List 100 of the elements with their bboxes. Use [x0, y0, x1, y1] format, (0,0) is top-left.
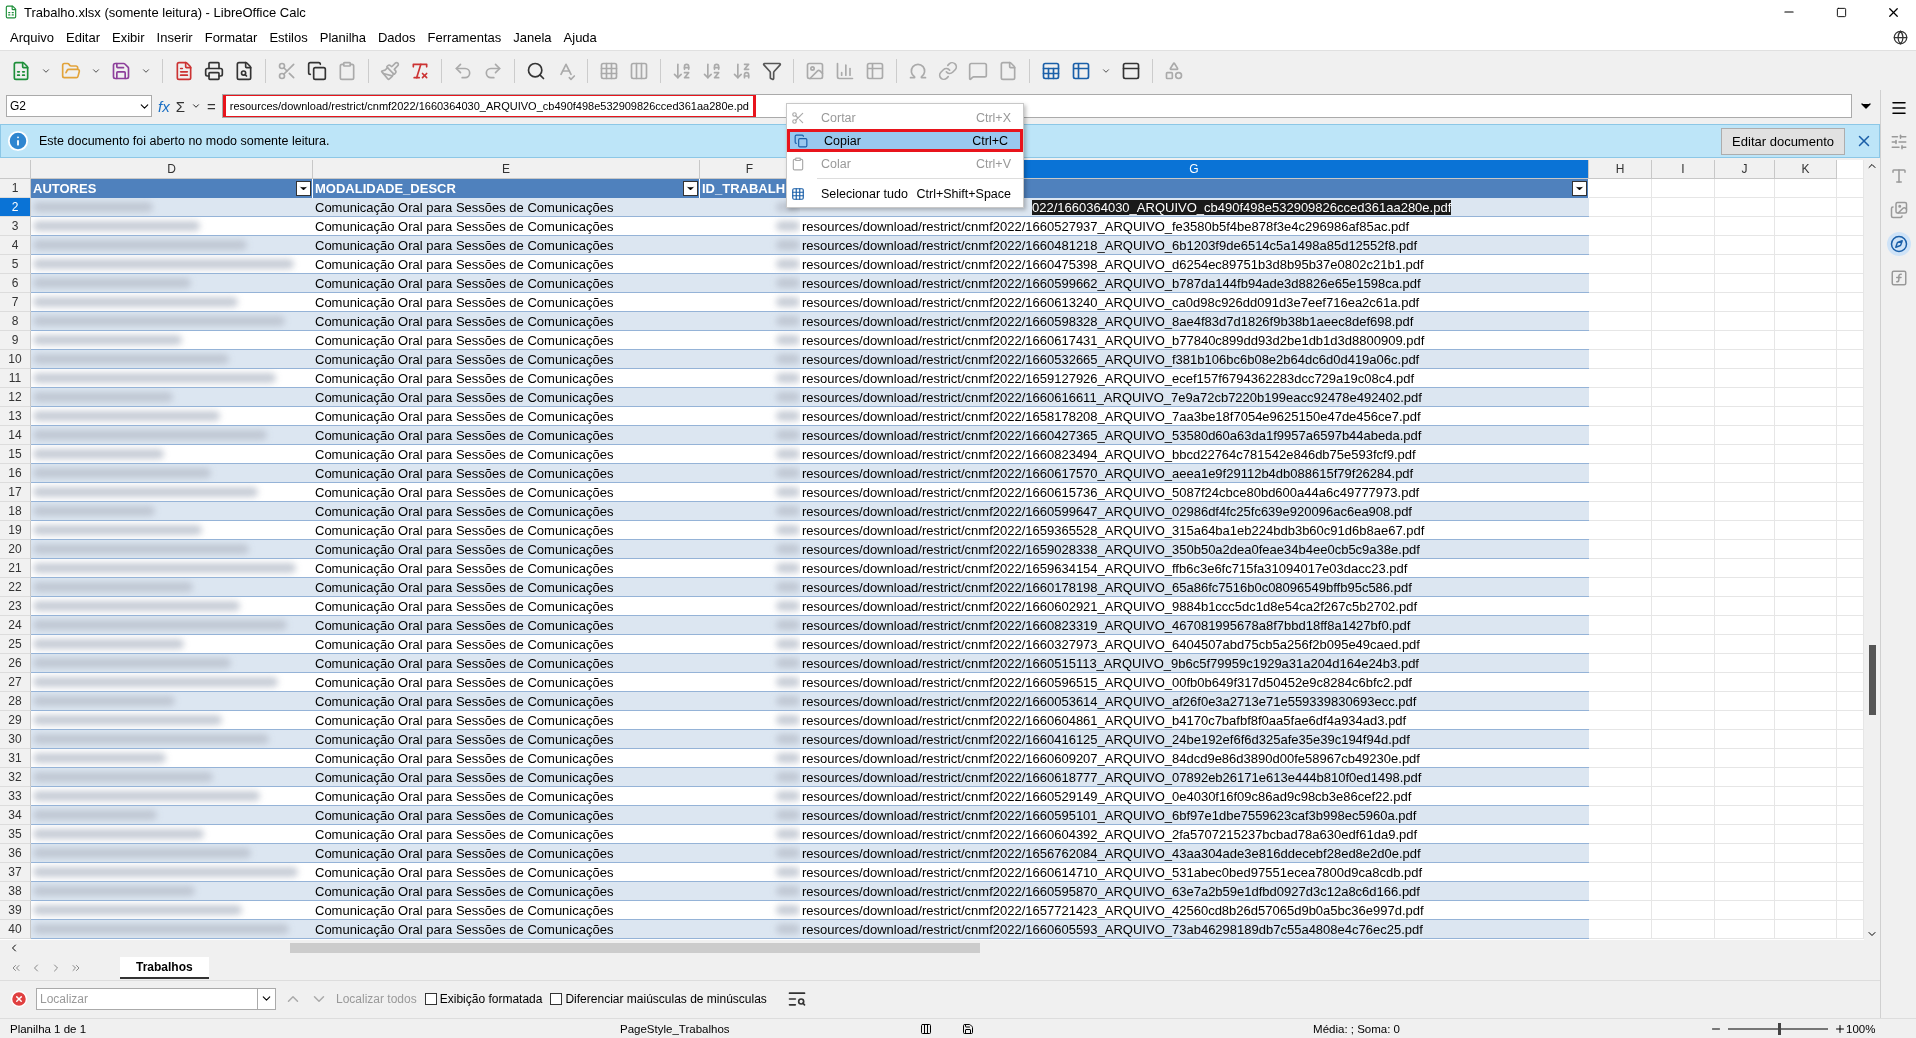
- row-header[interactable]: 14: [0, 426, 31, 445]
- row-header[interactable]: 18: [0, 502, 31, 521]
- properties-icon[interactable]: [1889, 133, 1908, 151]
- row-header[interactable]: 15: [0, 445, 31, 464]
- sum-icon[interactable]: Σ: [175, 97, 185, 115]
- row-header[interactable]: 7: [0, 293, 31, 312]
- zoom-level[interactable]: 100%: [1846, 1022, 1916, 1035]
- row-header[interactable]: 6: [0, 274, 31, 293]
- row-header[interactable]: 12: [0, 388, 31, 407]
- menu-item[interactable]: Formatar: [198, 27, 264, 47]
- gallery-icon[interactable]: [1889, 201, 1908, 219]
- row-header[interactable]: 2: [0, 198, 31, 217]
- search-icon[interactable]: [526, 60, 546, 81]
- row-header[interactable]: 16: [0, 464, 31, 483]
- scroll-thumb[interactable]: [1868, 645, 1876, 715]
- corner-cell[interactable]: [0, 160, 31, 179]
- column-header[interactable]: H: [1589, 160, 1652, 179]
- row-header[interactable]: 20: [0, 540, 31, 559]
- row-header[interactable]: 19: [0, 521, 31, 540]
- row-header[interactable]: 24: [0, 616, 31, 635]
- edit-document-button[interactable]: Editar documento: [1721, 127, 1845, 155]
- scissors-icon[interactable]: [277, 60, 297, 81]
- row-header[interactable]: 33: [0, 787, 31, 806]
- row-header[interactable]: 40: [0, 920, 31, 939]
- column-header[interactable]: J: [1715, 160, 1775, 179]
- column-header[interactable]: I: [1652, 160, 1715, 179]
- row-header[interactable]: 23: [0, 597, 31, 616]
- redo-icon[interactable]: [483, 60, 503, 81]
- row-header[interactable]: 11: [0, 369, 31, 388]
- search-field[interactable]: Localizar: [36, 987, 258, 1010]
- row-header[interactable]: 1: [0, 179, 31, 198]
- zoom-thumb[interactable]: [1778, 1022, 1781, 1035]
- printer-icon[interactable]: [204, 60, 224, 81]
- globe-icon[interactable]: [1893, 29, 1908, 45]
- sheet-tab[interactable]: Trabalhos: [120, 957, 209, 979]
- row-header[interactable]: 30: [0, 730, 31, 749]
- menu-item[interactable]: Editar: [60, 27, 107, 47]
- row-header[interactable]: 13: [0, 407, 31, 426]
- row-header[interactable]: 5: [0, 255, 31, 274]
- checkbox[interactable]: [550, 992, 563, 1005]
- clipboard-icon[interactable]: [337, 60, 357, 81]
- row-header[interactable]: 39: [0, 901, 31, 920]
- row-header[interactable]: 22: [0, 578, 31, 597]
- row-header[interactable]: 8: [0, 312, 31, 331]
- row-header[interactable]: 35: [0, 825, 31, 844]
- pdf-icon[interactable]: [174, 60, 194, 81]
- row-header[interactable]: 34: [0, 806, 31, 825]
- restore-icon[interactable]: [1835, 6, 1847, 18]
- caret-icon[interactable]: [190, 101, 201, 111]
- column-header[interactable]: K: [1775, 160, 1837, 179]
- copy-icon[interactable]: [307, 60, 327, 81]
- row-header[interactable]: 26: [0, 654, 31, 673]
- column-header[interactable]: E: [313, 160, 700, 179]
- table-icon[interactable]: [1071, 60, 1091, 81]
- spreadsheet-icon[interactable]: [11, 60, 31, 81]
- row-header[interactable]: 27: [0, 673, 31, 692]
- first-sheet-icon[interactable]: [10, 962, 22, 974]
- chart-icon[interactable]: [835, 60, 855, 81]
- filter-button[interactable]: [683, 181, 698, 196]
- column-header[interactable]: D: [31, 160, 313, 179]
- row-header[interactable]: 31: [0, 749, 31, 768]
- row-header[interactable]: 36: [0, 844, 31, 863]
- save-icon[interactable]: [111, 60, 131, 81]
- row-header[interactable]: 4: [0, 236, 31, 255]
- row-header[interactable]: 29: [0, 711, 31, 730]
- menu-item[interactable]: Copiar Ctrl+C: [787, 129, 1023, 152]
- row-header[interactable]: 3: [0, 217, 31, 236]
- filter-icon[interactable]: [762, 60, 782, 81]
- row-header[interactable]: 28: [0, 692, 31, 711]
- name-box[interactable]: G2: [6, 95, 152, 117]
- comment-icon[interactable]: [968, 60, 988, 81]
- menu-item[interactable]: Janela: [507, 27, 558, 47]
- filter-button[interactable]: [1572, 181, 1587, 196]
- menu-item[interactable]: Inserir: [150, 27, 199, 47]
- row-header[interactable]: 38: [0, 882, 31, 901]
- row-header[interactable]: 37: [0, 863, 31, 882]
- page-icon[interactable]: [998, 60, 1018, 81]
- paintbrush-icon[interactable]: [380, 60, 400, 81]
- functions-icon[interactable]: [1889, 269, 1908, 287]
- row-header[interactable]: 21: [0, 559, 31, 578]
- menu-item[interactable]: Arquivo: [4, 27, 61, 47]
- row-header[interactable]: 9: [0, 331, 31, 350]
- menu-item[interactable]: Estilos: [263, 27, 314, 47]
- row-header[interactable]: 32: [0, 768, 31, 787]
- menu-item[interactable]: Ajuda: [557, 27, 603, 47]
- row-header[interactable]: 10: [0, 350, 31, 369]
- styles-icon[interactable]: [1889, 167, 1908, 185]
- print-preview-icon[interactable]: [234, 60, 254, 81]
- last-sheet-icon[interactable]: [70, 962, 82, 974]
- freeze-icon[interactable]: [1041, 60, 1061, 81]
- scroll-thumb[interactable]: [290, 943, 980, 953]
- row-header[interactable]: 25: [0, 635, 31, 654]
- menu-icon[interactable]: [1889, 99, 1908, 117]
- undo-icon[interactable]: [453, 60, 473, 81]
- shapes-icon[interactable]: [1164, 60, 1184, 81]
- menu-item[interactable]: Planilha: [313, 27, 372, 47]
- columns-icon[interactable]: [629, 60, 649, 81]
- rows-icon[interactable]: [599, 60, 619, 81]
- function-wizard-icon[interactable]: fx: [158, 97, 170, 115]
- dropdown-button[interactable]: [258, 987, 276, 1010]
